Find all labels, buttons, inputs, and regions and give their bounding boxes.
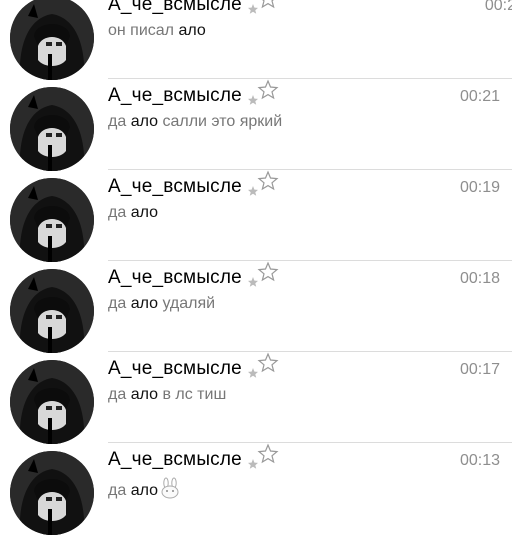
avatar[interactable] — [10, 451, 94, 535]
chat-time: 00:13 — [459, 452, 500, 469]
last-message: да ало — [108, 477, 181, 500]
chat-row[interactable]: А_че_всмысле 00:18 да ало удаляй — [0, 261, 512, 353]
last-message: да ало салли это яркий — [108, 113, 283, 130]
last-message: он писал ало — [108, 22, 206, 39]
chat-name: А_че_всмысле — [108, 176, 242, 197]
bunny-icon — [161, 477, 179, 499]
avatar[interactable] — [10, 87, 94, 171]
star-sparkle-icon — [248, 79, 279, 105]
chat-time: 00:18 — [459, 270, 500, 287]
chat-name: А_че_всмысле — [108, 267, 242, 288]
chat-row[interactable]: А_че_всмысле 00:2 он писал ало — [0, 0, 512, 80]
avatar[interactable] — [10, 178, 94, 262]
chat-name: А_че_всмысле — [108, 0, 242, 15]
avatar[interactable] — [10, 360, 94, 444]
chat-name: А_че_всмысле — [108, 449, 242, 470]
star-sparkle-icon — [248, 0, 275, 14]
avatar[interactable] — [10, 269, 94, 353]
chat-name: А_че_всмысле — [108, 85, 242, 106]
last-message: да ало удаляй — [108, 295, 216, 312]
chat-time: 00:21 — [459, 88, 500, 105]
star-sparkle-icon — [248, 443, 279, 469]
chat-row[interactable]: А_че_всмысле 00:21 да ало салли это ярки… — [0, 79, 512, 171]
last-message: да ало — [108, 204, 158, 221]
chat-row[interactable]: А_че_всмысле 00:17 да ало в лс тиш — [0, 352, 512, 444]
avatar[interactable] — [10, 0, 94, 80]
chat-name: А_че_всмысле — [108, 358, 242, 379]
chat-row[interactable]: А_че_всмысле 00:19 да ало — [0, 170, 512, 262]
star-sparkle-icon — [248, 170, 279, 196]
chat-time: 00:17 — [459, 361, 500, 378]
star-sparkle-icon — [248, 261, 279, 287]
chat-time: 00:19 — [459, 179, 500, 196]
chat-row[interactable]: А_че_всмысле 00:13 да ало — [0, 443, 512, 535]
chat-time: 00:2 — [484, 0, 512, 14]
chat-list: А_че_всмысле 00:2 он писал ало А_че_всмы… — [0, 0, 512, 546]
last-message: да ало в лс тиш — [108, 386, 227, 403]
star-sparkle-icon — [248, 352, 279, 378]
